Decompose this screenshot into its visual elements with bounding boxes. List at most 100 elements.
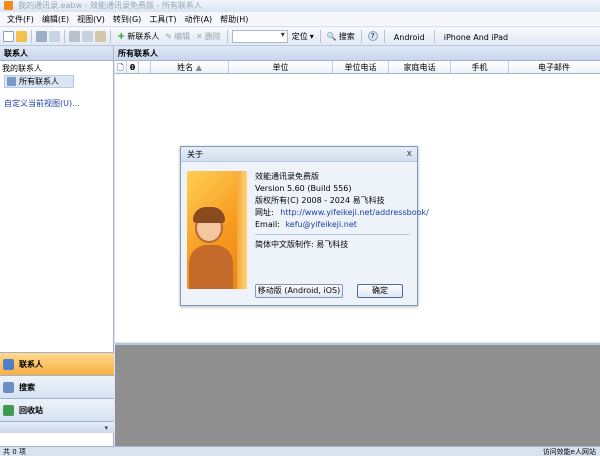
person-body	[189, 245, 233, 289]
nav-recycle-label: 回收站	[19, 405, 43, 415]
email-link[interactable]: kefu@yifeikeji.net	[285, 220, 356, 229]
nav-contacts-label: 联系人	[19, 359, 43, 369]
menu-bar: 文件(F) 编辑(E) 视图(V) 转到(G) 工具(T) 动作(A) 帮助(H…	[0, 12, 600, 27]
my-contacts-node[interactable]: 我的联系人	[0, 63, 113, 75]
all-contacts-label: 所有联系人	[19, 77, 59, 86]
menu-tools[interactable]: 工具(T)	[145, 12, 180, 27]
sort-up-icon: ▲	[195, 63, 202, 72]
help-button[interactable]: ?	[366, 29, 380, 44]
android-button[interactable]: Android	[389, 29, 430, 44]
contacts-icon	[3, 358, 14, 370]
doc-column-icon[interactable]: 🗋	[115, 61, 127, 73]
help-icon: ?	[367, 31, 378, 41]
toolbar-separator	[319, 29, 321, 43]
edit-label: 编辑	[174, 31, 191, 41]
mobile-version-button[interactable]: 移动版 (Android, iOS)	[255, 284, 343, 298]
toolbar-separator	[31, 29, 32, 43]
delete-button[interactable]: ✕ 删除	[194, 29, 223, 44]
column-work-phone[interactable]: 单位电话	[333, 61, 389, 73]
website-row: 网址: http://www.yifeikeji.net/addressbook…	[255, 207, 429, 219]
email-label: Email:	[255, 220, 280, 229]
folder-icon	[7, 77, 16, 86]
contact-list-header: 所有联系人	[115, 46, 600, 61]
close-icon[interactable]: x	[407, 147, 412, 162]
recycle-icon	[3, 404, 14, 416]
search-button[interactable]: 🔍 搜索	[325, 29, 357, 44]
paste-icon[interactable]	[95, 30, 106, 42]
cut-icon[interactable]	[69, 30, 80, 42]
about-dialog-titlebar: 关于 x	[181, 147, 417, 162]
preview-panel	[115, 343, 600, 446]
column-home-phone[interactable]: 家庭电话	[389, 61, 451, 73]
toolbar-separator	[64, 29, 65, 43]
customize-view-link[interactable]: 自定义当前视图(U)...	[4, 98, 113, 109]
status-bar: 共 0 项 访问效能e人网站	[0, 446, 600, 456]
about-info: 效能通讯录免费版 Version 5.60 (Build 556) 版权所有(C…	[255, 171, 429, 251]
nav-buttons: 联系人 搜索 回收站 ▾	[0, 352, 114, 433]
menu-edit[interactable]: 编辑(E)	[38, 12, 73, 27]
nav-recycle-button[interactable]: 回收站	[0, 398, 114, 421]
version-text: Version 5.60 (Build 556)	[255, 184, 352, 193]
about-dialog-title: 关于	[187, 150, 203, 159]
toolbar-separator	[360, 29, 362, 43]
column-name[interactable]: 姓名 ▲	[151, 61, 229, 73]
column-email[interactable]: 电子邮件	[509, 61, 599, 73]
print-preview-icon[interactable]	[49, 30, 60, 42]
copy-icon[interactable]	[82, 30, 93, 42]
website-label: 网址:	[255, 208, 274, 217]
menu-action[interactable]: 动作(A)	[180, 12, 216, 27]
edit-button[interactable]: ✎ 编辑	[163, 29, 192, 44]
contacts-pane-header: 联系人	[0, 46, 113, 61]
app-icon	[4, 1, 13, 10]
address-book-logo	[187, 171, 247, 289]
menu-goto[interactable]: 转到(G)	[109, 12, 145, 27]
website-url[interactable]: http://www.yifeikeji.net/addressbook/	[280, 208, 429, 217]
about-dialog: 关于 x 效能通讯录免费版 Version 5.60 (Build 556) 版…	[180, 146, 429, 306]
search-icon: 🔍	[326, 31, 337, 41]
all-contacts-node[interactable]: 所有联系人	[4, 75, 74, 88]
nav-search-label: 搜索	[19, 382, 35, 392]
title-bar: 我的通讯录.eabw - 效能通讯录免费版 - 所有联系人	[0, 0, 600, 12]
toolbar-separator	[226, 29, 228, 43]
menu-help[interactable]: 帮助(H)	[216, 12, 252, 27]
toolbar: + 新联系人 ✎ 编辑 ✕ 删除 定位 ▾ 🔍 搜索 ? Android iPh…	[0, 27, 600, 46]
locate-button[interactable]: 定位 ▾	[290, 29, 316, 44]
iphone-ipad-button[interactable]: iPhone And iPad	[439, 29, 513, 44]
chevron-down-icon: ▾	[309, 31, 314, 41]
column-company[interactable]: 单位	[229, 61, 333, 73]
window-title: 我的通讯录.eabw - 效能通讯录免费版 - 所有联系人	[18, 1, 202, 10]
toolbar-separator	[110, 29, 111, 43]
search-combo[interactable]	[231, 29, 288, 43]
pencil-icon: ✎	[165, 31, 173, 41]
divider	[255, 234, 410, 235]
column-name-label: 姓名	[177, 63, 194, 72]
product-name: 效能通讯录免费版	[255, 172, 319, 181]
plus-icon: +	[117, 30, 126, 42]
print-icon[interactable]	[36, 30, 47, 42]
item-count: 共 0 项	[3, 448, 26, 456]
delete-x-icon: ✕	[196, 31, 203, 41]
new-file-icon[interactable]	[3, 30, 14, 42]
search-icon	[3, 381, 14, 393]
new-contact-button[interactable]: + 新联系人	[115, 29, 161, 44]
grid-header: 🗋 θ 姓名 ▲ 单位 单位电话 家庭电话 手机 电子邮件	[115, 61, 600, 74]
open-folder-icon[interactable]	[16, 30, 27, 42]
menu-view[interactable]: 视图(V)	[73, 12, 109, 27]
flag-column-icon[interactable]: θ	[127, 61, 139, 73]
new-contact-label: 新联系人	[127, 31, 160, 41]
about-dialog-body: 效能通讯录免费版 Version 5.60 (Build 556) 版权所有(C…	[181, 163, 429, 306]
spacer-column[interactable]	[139, 61, 151, 73]
email-row: Email: kefu@yifeikeji.net	[255, 219, 415, 231]
toolbar-separator	[433, 29, 435, 43]
nav-overflow[interactable]: ▾	[0, 421, 114, 433]
search-label: 搜索	[338, 31, 355, 41]
locate-label: 定位	[291, 31, 308, 41]
ok-button[interactable]: 确定	[357, 284, 403, 298]
nav-contacts-button[interactable]: 联系人	[0, 352, 114, 375]
column-mobile[interactable]: 手机	[451, 61, 509, 73]
chevron-down-icon: ▾	[104, 424, 108, 432]
book-spine	[237, 171, 247, 289]
nav-search-button[interactable]: 搜索	[0, 375, 114, 398]
menu-file[interactable]: 文件(F)	[3, 12, 38, 27]
website-link[interactable]: 访问效能e人网站	[543, 447, 596, 456]
